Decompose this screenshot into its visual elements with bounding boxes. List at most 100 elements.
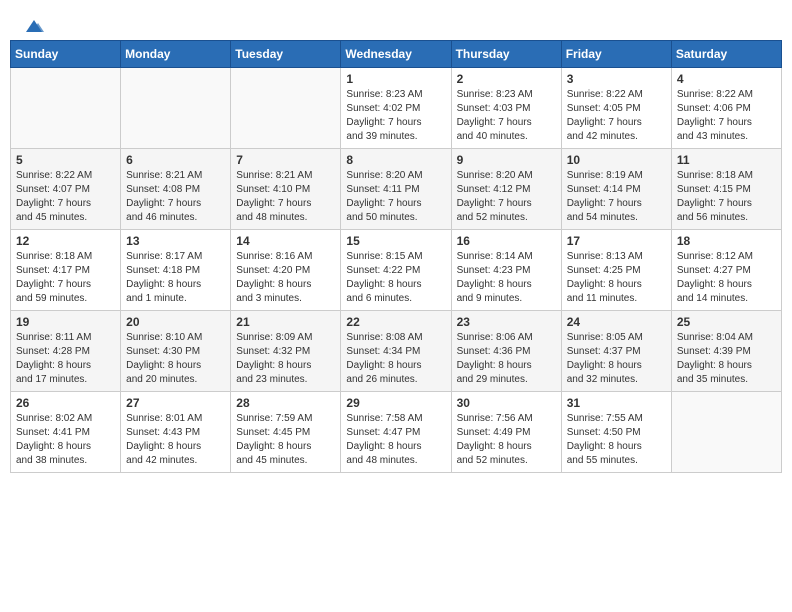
logo <box>20 18 44 30</box>
day-number: 31 <box>567 396 666 410</box>
day-info: Sunrise: 7:56 AM Sunset: 4:49 PM Dayligh… <box>457 413 533 466</box>
day-number: 9 <box>457 153 556 167</box>
header <box>10 10 782 34</box>
calendar-cell: 25Sunrise: 8:04 AM Sunset: 4:39 PM Dayli… <box>671 311 781 392</box>
weekday-friday: Friday <box>561 41 671 68</box>
day-info: Sunrise: 8:06 AM Sunset: 4:36 PM Dayligh… <box>457 332 533 385</box>
day-info: Sunrise: 8:14 AM Sunset: 4:23 PM Dayligh… <box>457 251 533 304</box>
day-number: 23 <box>457 315 556 329</box>
day-number: 21 <box>236 315 335 329</box>
weekday-monday: Monday <box>121 41 231 68</box>
day-info: Sunrise: 8:04 AM Sunset: 4:39 PM Dayligh… <box>677 332 753 385</box>
day-info: Sunrise: 8:17 AM Sunset: 4:18 PM Dayligh… <box>126 251 202 304</box>
day-info: Sunrise: 8:20 AM Sunset: 4:11 PM Dayligh… <box>346 170 422 223</box>
calendar-cell: 8 Sunrise: 8:20 AM Sunset: 4:11 PM Daylig… <box>341 149 451 230</box>
day-info: Sunrise: 8:01 AM Sunset: 4:43 PM Dayligh… <box>126 413 202 466</box>
day-info: Sunrise: 8:12 AM Sunset: 4:27 PM Dayligh… <box>677 251 753 304</box>
day-info: Sunrise: 8:05 AM Sunset: 4:37 PM Dayligh… <box>567 332 643 385</box>
calendar-cell: 30 Sunrise: 7:56 AM Sunset: 4:49 PM Dayli… <box>451 392 561 473</box>
day-number: 26 <box>16 396 115 410</box>
logo-icon <box>22 18 44 34</box>
calendar-cell: 26 Sunrise: 8:02 AM Sunset: 4:41 PM Dayli… <box>11 392 121 473</box>
calendar-cell: 6 Sunrise: 8:21 AM Sunset: 4:08 PM Daylig… <box>121 149 231 230</box>
week-row-2: 5 Sunrise: 8:22 AM Sunset: 4:07 PM Daylig… <box>11 149 782 230</box>
day-info: Sunrise: 8:02 AM Sunset: 4:41 PM Dayligh… <box>16 413 92 466</box>
day-number: 28 <box>236 396 335 410</box>
day-number: 7 <box>236 153 335 167</box>
calendar-cell: 20Sunrise: 8:10 AM Sunset: 4:30 PM Dayli… <box>121 311 231 392</box>
weekday-header-row: SundayMondayTuesdayWednesdayThursdayFrid… <box>11 41 782 68</box>
calendar-cell: 14Sunrise: 8:16 AM Sunset: 4:20 PM Dayli… <box>231 230 341 311</box>
week-row-4: 19 Sunrise: 8:11 AM Sunset: 4:28 PM Dayli… <box>11 311 782 392</box>
day-info: Sunrise: 8:11 AM Sunset: 4:28 PM Dayligh… <box>16 332 91 385</box>
day-number: 29 <box>346 396 445 410</box>
calendar-cell: 29Sunrise: 7:58 AM Sunset: 4:47 PM Dayli… <box>341 392 451 473</box>
weekday-saturday: Saturday <box>671 41 781 68</box>
calendar-cell: 17Sunrise: 8:13 AM Sunset: 4:25 PM Dayli… <box>561 230 671 311</box>
calendar-cell: 16Sunrise: 8:14 AM Sunset: 4:23 PM Dayli… <box>451 230 561 311</box>
day-number: 11 <box>677 153 776 167</box>
calendar-cell: 15 Sunrise: 8:15 AM Sunset: 4:22 PM Dayli… <box>341 230 451 311</box>
weekday-tuesday: Tuesday <box>231 41 341 68</box>
calendar-cell: 22Sunrise: 8:08 AM Sunset: 4:34 PM Dayli… <box>341 311 451 392</box>
day-info: Sunrise: 8:18 AM Sunset: 4:15 PM Dayligh… <box>677 170 753 223</box>
day-info: Sunrise: 8:20 AM Sunset: 4:12 PM Dayligh… <box>457 170 533 223</box>
week-row-3: 12Sunrise: 8:18 AM Sunset: 4:17 PM Dayli… <box>11 230 782 311</box>
calendar-cell: 24 Sunrise: 8:05 AM Sunset: 4:37 PM Dayli… <box>561 311 671 392</box>
day-number: 13 <box>126 234 225 248</box>
day-number: 5 <box>16 153 115 167</box>
weekday-sunday: Sunday <box>11 41 121 68</box>
calendar-cell: 7Sunrise: 8:21 AM Sunset: 4:10 PM Daylig… <box>231 149 341 230</box>
day-number: 18 <box>677 234 776 248</box>
calendar-cell: 9 Sunrise: 8:20 AM Sunset: 4:12 PM Daylig… <box>451 149 561 230</box>
calendar-cell: 4 Sunrise: 8:22 AM Sunset: 4:06 PM Daylig… <box>671 68 781 149</box>
calendar-cell <box>231 68 341 149</box>
day-number: 24 <box>567 315 666 329</box>
day-info: Sunrise: 8:08 AM Sunset: 4:34 PM Dayligh… <box>346 332 422 385</box>
day-info: Sunrise: 8:16 AM Sunset: 4:20 PM Dayligh… <box>236 251 312 304</box>
calendar-cell: 3 Sunrise: 8:22 AM Sunset: 4:05 PM Daylig… <box>561 68 671 149</box>
day-number: 15 <box>346 234 445 248</box>
week-row-5: 26 Sunrise: 8:02 AM Sunset: 4:41 PM Dayli… <box>11 392 782 473</box>
day-number: 2 <box>457 72 556 86</box>
day-info: Sunrise: 8:22 AM Sunset: 4:07 PM Dayligh… <box>16 170 92 223</box>
day-info: Sunrise: 8:21 AM Sunset: 4:08 PM Dayligh… <box>126 170 202 223</box>
calendar-cell: 27 Sunrise: 8:01 AM Sunset: 4:43 PM Dayli… <box>121 392 231 473</box>
day-number: 1 <box>346 72 445 86</box>
day-number: 30 <box>457 396 556 410</box>
day-info: Sunrise: 8:22 AM Sunset: 4:06 PM Dayligh… <box>677 89 753 142</box>
day-info: Sunrise: 8:09 AM Sunset: 4:32 PM Dayligh… <box>236 332 312 385</box>
day-info: Sunrise: 8:23 AM Sunset: 4:02 PM Dayligh… <box>346 89 422 142</box>
day-number: 19 <box>16 315 115 329</box>
weekday-thursday: Thursday <box>451 41 561 68</box>
calendar-cell <box>121 68 231 149</box>
calendar-cell: 1 Sunrise: 8:23 AM Sunset: 4:02 PM Daylig… <box>341 68 451 149</box>
calendar-cell: 12Sunrise: 8:18 AM Sunset: 4:17 PM Dayli… <box>11 230 121 311</box>
day-info: Sunrise: 8:15 AM Sunset: 4:22 PM Dayligh… <box>346 251 422 304</box>
day-number: 10 <box>567 153 666 167</box>
day-info: Sunrise: 8:13 AM Sunset: 4:25 PM Dayligh… <box>567 251 643 304</box>
calendar-cell: 11 Sunrise: 8:18 AM Sunset: 4:15 PM Dayli… <box>671 149 781 230</box>
calendar-cell: 13 Sunrise: 8:17 AM Sunset: 4:18 PM Dayli… <box>121 230 231 311</box>
day-info: Sunrise: 8:23 AM Sunset: 4:03 PM Dayligh… <box>457 89 533 142</box>
week-row-1: 1 Sunrise: 8:23 AM Sunset: 4:02 PM Daylig… <box>11 68 782 149</box>
day-number: 12 <box>16 234 115 248</box>
calendar-cell: 21 Sunrise: 8:09 AM Sunset: 4:32 PM Dayli… <box>231 311 341 392</box>
day-info: Sunrise: 7:59 AM Sunset: 4:45 PM Dayligh… <box>236 413 312 466</box>
calendar-cell: 18 Sunrise: 8:12 AM Sunset: 4:27 PM Dayli… <box>671 230 781 311</box>
day-number: 8 <box>346 153 445 167</box>
calendar-cell: 23 Sunrise: 8:06 AM Sunset: 4:36 PM Dayli… <box>451 311 561 392</box>
day-number: 6 <box>126 153 225 167</box>
calendar-cell: 31Sunrise: 7:55 AM Sunset: 4:50 PM Dayli… <box>561 392 671 473</box>
calendar-cell: 2 Sunrise: 8:23 AM Sunset: 4:03 PM Daylig… <box>451 68 561 149</box>
calendar-cell: 19 Sunrise: 8:11 AM Sunset: 4:28 PM Dayli… <box>11 311 121 392</box>
calendar-cell <box>11 68 121 149</box>
day-number: 4 <box>677 72 776 86</box>
day-number: 27 <box>126 396 225 410</box>
day-info: Sunrise: 8:10 AM Sunset: 4:30 PM Dayligh… <box>126 332 202 385</box>
day-number: 3 <box>567 72 666 86</box>
calendar-cell: 28 Sunrise: 7:59 AM Sunset: 4:45 PM Dayli… <box>231 392 341 473</box>
day-info: Sunrise: 8:19 AM Sunset: 4:14 PM Dayligh… <box>567 170 643 223</box>
calendar-cell: 10 Sunrise: 8:19 AM Sunset: 4:14 PM Dayli… <box>561 149 671 230</box>
day-info: Sunrise: 8:22 AM Sunset: 4:05 PM Dayligh… <box>567 89 643 142</box>
